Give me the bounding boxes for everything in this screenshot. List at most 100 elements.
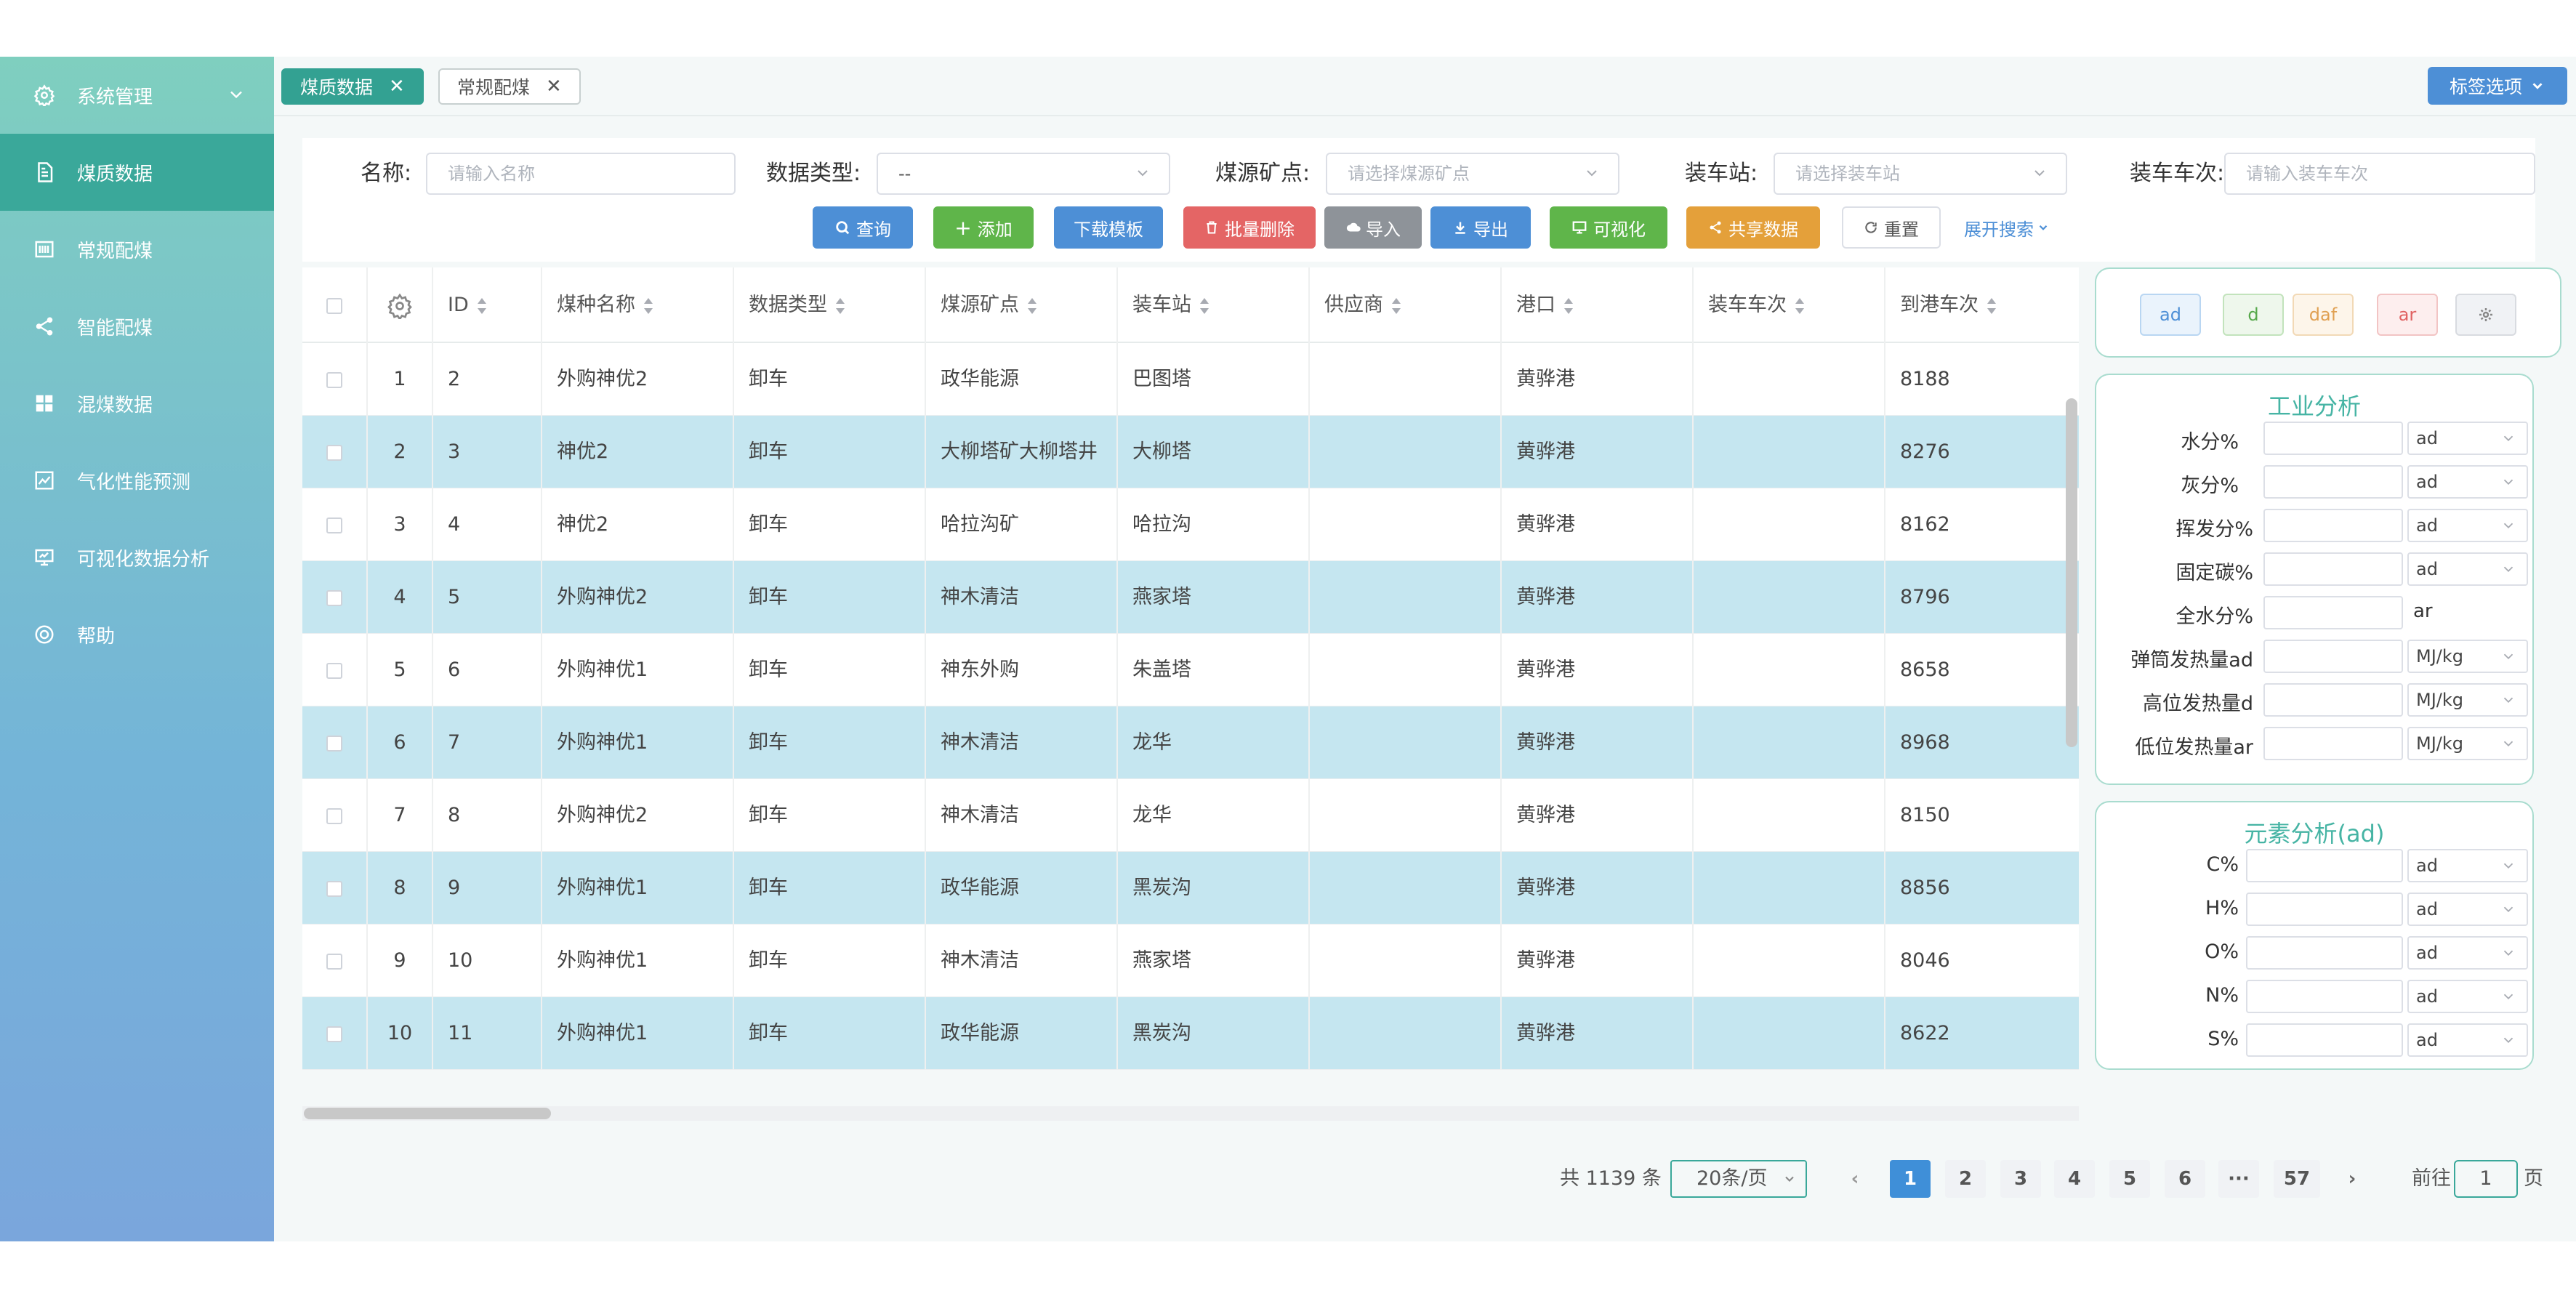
row-checkbox[interactable]	[326, 589, 342, 606]
visualize-button[interactable]: 可视化	[1550, 206, 1667, 249]
sort-icon[interactable]	[1986, 297, 1997, 314]
sidebar-item-smart-blending[interactable]: 智能配煤	[0, 288, 274, 365]
row-checkbox[interactable]	[326, 953, 342, 970]
batch-delete-button[interactable]: 批量删除	[1183, 206, 1316, 249]
table-row[interactable]: 5 6 外购神优1 卸车 神东外购 朱盖塔 黄骅港 8658	[302, 634, 2079, 706]
gross-calorific-input[interactable]	[2263, 683, 2403, 717]
basis-daf-button[interactable]: daf	[2293, 294, 2354, 336]
ash-input[interactable]	[2263, 465, 2403, 499]
nitrogen-basis-select[interactable]: ad	[2407, 980, 2528, 1013]
header-port[interactable]: 港口	[1502, 267, 1694, 343]
page-button-57[interactable]: 57	[2274, 1160, 2320, 1198]
row-checkbox[interactable]	[326, 444, 342, 461]
table-row[interactable]: 1 2 外购神优2 卸车 政华能源 巴图塔 黄骅港 8188	[302, 343, 2079, 416]
table-row[interactable]: 7 8 外购神优2 卸车 神木清洁 龙华 黄骅港 8150	[302, 779, 2079, 852]
horizontal-scrollbar-track[interactable]	[302, 1106, 2079, 1121]
sidebar-item-help[interactable]: 帮助	[0, 596, 274, 673]
share-data-button[interactable]: 共享数据	[1686, 206, 1820, 249]
sulfur-basis-select[interactable]: ad	[2407, 1023, 2528, 1057]
table-row[interactable]: 6 7 外购神优1 卸车 神木清洁 龙华 黄骅港 8968	[302, 706, 2079, 779]
sidebar-item-coal-quality[interactable]: 煤质数据	[0, 134, 274, 211]
basis-ar-button[interactable]: ar	[2377, 294, 2438, 336]
download-template-button[interactable]: 下载模板	[1054, 206, 1163, 249]
page-size-select[interactable]: 20条/页	[1670, 1160, 1807, 1198]
net-calorific-input[interactable]	[2263, 727, 2403, 760]
header-station[interactable]: 装车站	[1118, 267, 1310, 343]
volatile-basis-select[interactable]: ad	[2407, 509, 2528, 542]
page-ellipsis[interactable]: ···	[2218, 1160, 2259, 1198]
table-row[interactable]: 8 9 外购神优1 卸车 政华能源 黑炭沟 黄骅港 8856	[302, 852, 2079, 925]
page-button-3[interactable]: 3	[2000, 1160, 2041, 1198]
sort-icon[interactable]	[1026, 297, 1038, 314]
total-moisture-input[interactable]	[2263, 596, 2403, 629]
header-train[interactable]: 装车车次	[1694, 267, 1885, 343]
add-button[interactable]: + 添加	[933, 206, 1034, 249]
page-button-6[interactable]: 6	[2165, 1160, 2205, 1198]
sidebar-item-system[interactable]: 系统管理	[0, 57, 274, 134]
row-checkbox[interactable]	[326, 662, 342, 679]
sort-icon[interactable]	[1563, 297, 1574, 314]
moisture-input[interactable]	[2263, 422, 2403, 455]
close-icon[interactable]: ✕	[546, 76, 562, 97]
table-row[interactable]: 4 5 外购神优2 卸车 神木清洁 燕家塔 黄骅港 8796	[302, 561, 2079, 634]
page-button-5[interactable]: 5	[2109, 1160, 2150, 1198]
row-checkbox[interactable]	[326, 880, 342, 897]
header-id[interactable]: ID	[433, 267, 542, 343]
row-checkbox[interactable]	[326, 371, 342, 388]
horizontal-scrollbar[interactable]	[304, 1108, 551, 1119]
query-button[interactable]: 查询	[813, 206, 913, 249]
row-checkbox[interactable]	[326, 517, 342, 533]
vertical-scrollbar[interactable]	[2066, 398, 2077, 747]
next-page-button[interactable]: ›	[2332, 1160, 2372, 1198]
volatile-input[interactable]	[2263, 509, 2403, 542]
header-mine[interactable]: 煤源矿点	[926, 267, 1118, 343]
header-coal-name[interactable]: 煤种名称	[542, 267, 734, 343]
bomb-calorific-unit-select[interactable]: MJ/kg	[2407, 640, 2528, 673]
tab-coal-quality[interactable]: 煤质数据 ✕	[281, 68, 424, 105]
table-row[interactable]: 10 11 外购神优1 卸车 政华能源 黑炭沟 黄骅港 8622	[302, 997, 2079, 1070]
sidebar-item-mixed-coal[interactable]: 混煤数据	[0, 365, 274, 442]
sort-icon[interactable]	[1390, 297, 1402, 314]
sidebar-item-regular-blending[interactable]: 常规配煤	[0, 211, 274, 288]
sort-icon[interactable]	[834, 297, 846, 314]
row-checkbox[interactable]	[326, 1026, 342, 1042]
export-button[interactable]: 导出	[1430, 206, 1531, 249]
basis-d-button[interactable]: d	[2223, 294, 2284, 336]
oxygen-basis-select[interactable]: ad	[2407, 936, 2528, 970]
header-supplier[interactable]: 供应商	[1310, 267, 1502, 343]
carbon-basis-select[interactable]: ad	[2407, 849, 2528, 882]
page-button-4[interactable]: 4	[2054, 1160, 2095, 1198]
select-all-checkbox[interactable]	[326, 297, 342, 314]
page-button-2[interactable]: 2	[1945, 1160, 1986, 1198]
hydrogen-basis-select[interactable]: ad	[2407, 893, 2528, 926]
mine-select[interactable]: 请选择煤源矿点	[1326, 153, 1619, 195]
row-checkbox[interactable]	[326, 807, 342, 824]
goto-page-input[interactable]: 1	[2454, 1160, 2518, 1198]
basis-ad-button[interactable]: ad	[2140, 294, 2201, 336]
import-button[interactable]: 导入	[1324, 206, 1422, 249]
fixed-carbon-input[interactable]	[2263, 552, 2403, 586]
reset-button[interactable]: 重置	[1842, 206, 1941, 249]
sort-icon[interactable]	[1794, 297, 1806, 314]
bomb-calorific-input[interactable]	[2263, 640, 2403, 673]
gross-calorific-unit-select[interactable]: MJ/kg	[2407, 683, 2528, 717]
page-button-1[interactable]: 1	[1890, 1160, 1931, 1198]
oxygen-input[interactable]	[2246, 936, 2403, 970]
table-row[interactable]: 2 3 神优2 卸车 大柳塔矿大柳塔井 大柳塔 黄骅港 8276	[302, 416, 2079, 488]
sidebar-item-visual-analysis[interactable]: 可视化数据分析	[0, 519, 274, 596]
tag-options-button[interactable]: 标签选项	[2427, 67, 2567, 105]
station-select[interactable]: 请选择装车站	[1774, 153, 2067, 195]
gear-icon[interactable]	[387, 293, 413, 321]
train-input[interactable]: 请输入装车车次	[2224, 153, 2535, 195]
moisture-basis-select[interactable]: ad	[2407, 422, 2528, 455]
sort-icon[interactable]	[476, 297, 488, 314]
fixed-carbon-basis-select[interactable]: ad	[2407, 552, 2528, 586]
header-arrival[interactable]: 到港车次	[1885, 267, 2079, 343]
name-input[interactable]: 请输入名称	[426, 153, 736, 195]
basis-settings-button[interactable]	[2455, 294, 2516, 336]
carbon-input[interactable]	[2246, 849, 2403, 882]
table-row[interactable]: 9 10 外购神优1 卸车 神木清洁 燕家塔 黄骅港 8046	[302, 925, 2079, 997]
row-checkbox[interactable]	[326, 735, 342, 752]
sulfur-input[interactable]	[2246, 1023, 2403, 1057]
sort-icon[interactable]	[643, 297, 654, 314]
